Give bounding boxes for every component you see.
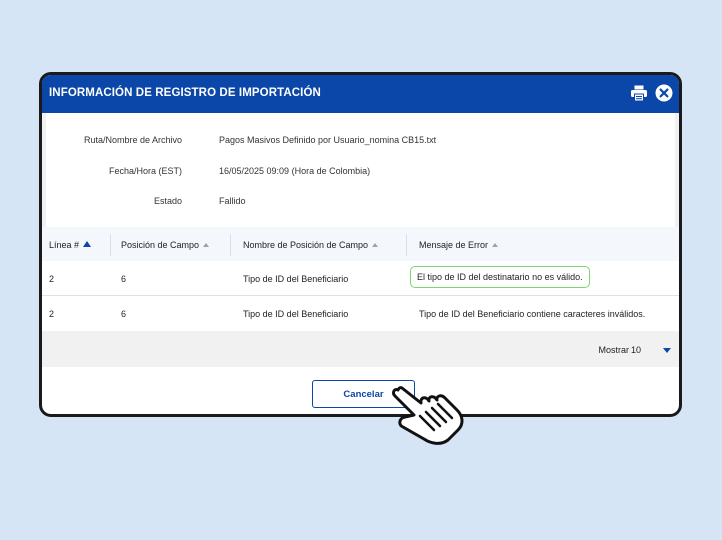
sort-icon: [492, 243, 499, 247]
info-value: 16/05/2025 09:09 (Hora de Colombia): [219, 166, 371, 176]
column-divider: [230, 234, 231, 256]
info-right-border: [675, 113, 679, 227]
page-size-label: Mostrar: [598, 345, 629, 355]
dialog-header: INFORMACIÓN DE REGISTRO DE IMPORTACIÓN: [42, 75, 679, 113]
chevron-down-icon: [663, 348, 671, 353]
close-icon[interactable]: [655, 84, 673, 102]
column-header-field-name[interactable]: Nombre de Posición de Campo: [243, 240, 379, 250]
cell-field-name: Tipo de ID del Beneficiario: [243, 274, 349, 284]
info-label: Ruta/Nombre de Archivo: [83, 135, 182, 145]
pagination-bar: Mostrar 10: [42, 331, 679, 367]
status-value: Fallido: [219, 196, 246, 206]
column-header-line[interactable]: Línea #: [49, 240, 92, 250]
error-table-header: Línea # Posición de Campo Nombre de Posi…: [42, 227, 679, 261]
cell-field-name: Tipo de ID del Beneficiario: [243, 309, 349, 319]
page-size-value: 10: [631, 345, 642, 355]
info-value: Pagos Masivos Definido por Usuario_nomin…: [219, 135, 437, 145]
table-row: 2 6 Tipo de ID del Beneficiario Tipo de …: [42, 296, 679, 331]
print-icon[interactable]: [630, 84, 648, 102]
cell-line: 2: [49, 309, 55, 319]
cell-field-position: 6: [121, 274, 127, 284]
cell-line: 2: [49, 274, 55, 284]
info-left-border: [42, 113, 46, 227]
info-label: Estado: [153, 196, 182, 206]
sort-icon: [372, 243, 379, 247]
info-row-datetime: Fecha/Hora (EST) 16/05/2025 09:09 (Hora …: [42, 163, 679, 179]
highlighted-error-message: El tipo de ID del destinatario no es vál…: [410, 266, 590, 288]
info-row-file: Ruta/Nombre de Archivo Pagos Masivos Def…: [42, 132, 679, 148]
import-log-dialog: INFORMACIÓN DE REGISTRO DE IMPORTACIÓN R…: [39, 72, 682, 417]
import-info-section: Ruta/Nombre de Archivo Pagos Masivos Def…: [42, 113, 679, 227]
info-label: Fecha/Hora (EST): [108, 166, 182, 176]
column-header-field-position[interactable]: Posición de Campo: [121, 240, 210, 250]
dialog-title: INFORMACIÓN DE REGISTRO DE IMPORTACIÓN: [49, 87, 321, 99]
cell-error-message: Tipo de ID del Beneficiario contiene car…: [419, 309, 646, 319]
column-header-error-message[interactable]: Mensaje de Error: [419, 240, 499, 250]
column-divider: [110, 234, 111, 256]
sort-icon: [203, 243, 210, 247]
cell-field-position: 6: [121, 309, 127, 319]
sort-ascending-icon: [83, 241, 92, 247]
hand-pointer-icon: [392, 386, 464, 445]
page-size-select[interactable]: 10: [631, 341, 671, 357]
info-row-status: Estado Fallido: [42, 193, 679, 209]
column-divider: [406, 234, 407, 256]
table-row: 2 6 Tipo de ID del Beneficiario El tipo …: [42, 261, 679, 296]
